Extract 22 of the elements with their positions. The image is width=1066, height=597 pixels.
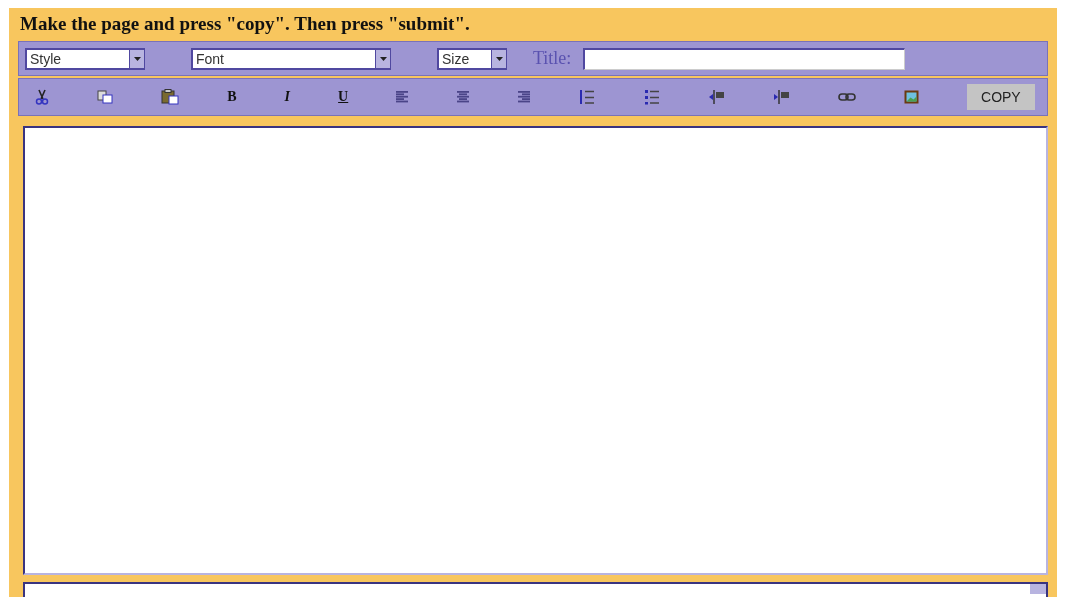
link-icon[interactable] bbox=[837, 92, 856, 102]
align-left-icon[interactable] bbox=[396, 91, 410, 103]
numbered-list-icon[interactable] bbox=[579, 89, 596, 105]
bold-button[interactable]: B bbox=[227, 89, 237, 105]
dropdown[interactable]: Font bbox=[191, 47, 391, 70]
scissors-icon[interactable] bbox=[35, 89, 49, 105]
indent-icon[interactable] bbox=[772, 89, 790, 105]
title-label: Title: bbox=[533, 48, 572, 69]
dropdown[interactable]: Size bbox=[437, 47, 507, 70]
align-right-icon[interactable] bbox=[518, 91, 532, 103]
instruction-text: Make the page and press "copy". Then press "submit". bbox=[19, 12, 471, 36]
underline-button[interactable]: U bbox=[338, 89, 349, 105]
align-center-icon[interactable] bbox=[457, 91, 471, 103]
outdent-icon[interactable] bbox=[707, 89, 725, 105]
title-field[interactable] bbox=[583, 47, 906, 70]
clipboard-icon[interactable] bbox=[161, 89, 180, 105]
copy-button[interactable]: COPY bbox=[966, 84, 1035, 110]
italic-button[interactable]: I bbox=[284, 89, 291, 105]
bullet-list-icon[interactable] bbox=[643, 89, 660, 105]
dropdown[interactable]: Style bbox=[25, 47, 145, 70]
image-icon[interactable] bbox=[903, 90, 919, 104]
copy-icon[interactable] bbox=[97, 90, 114, 104]
